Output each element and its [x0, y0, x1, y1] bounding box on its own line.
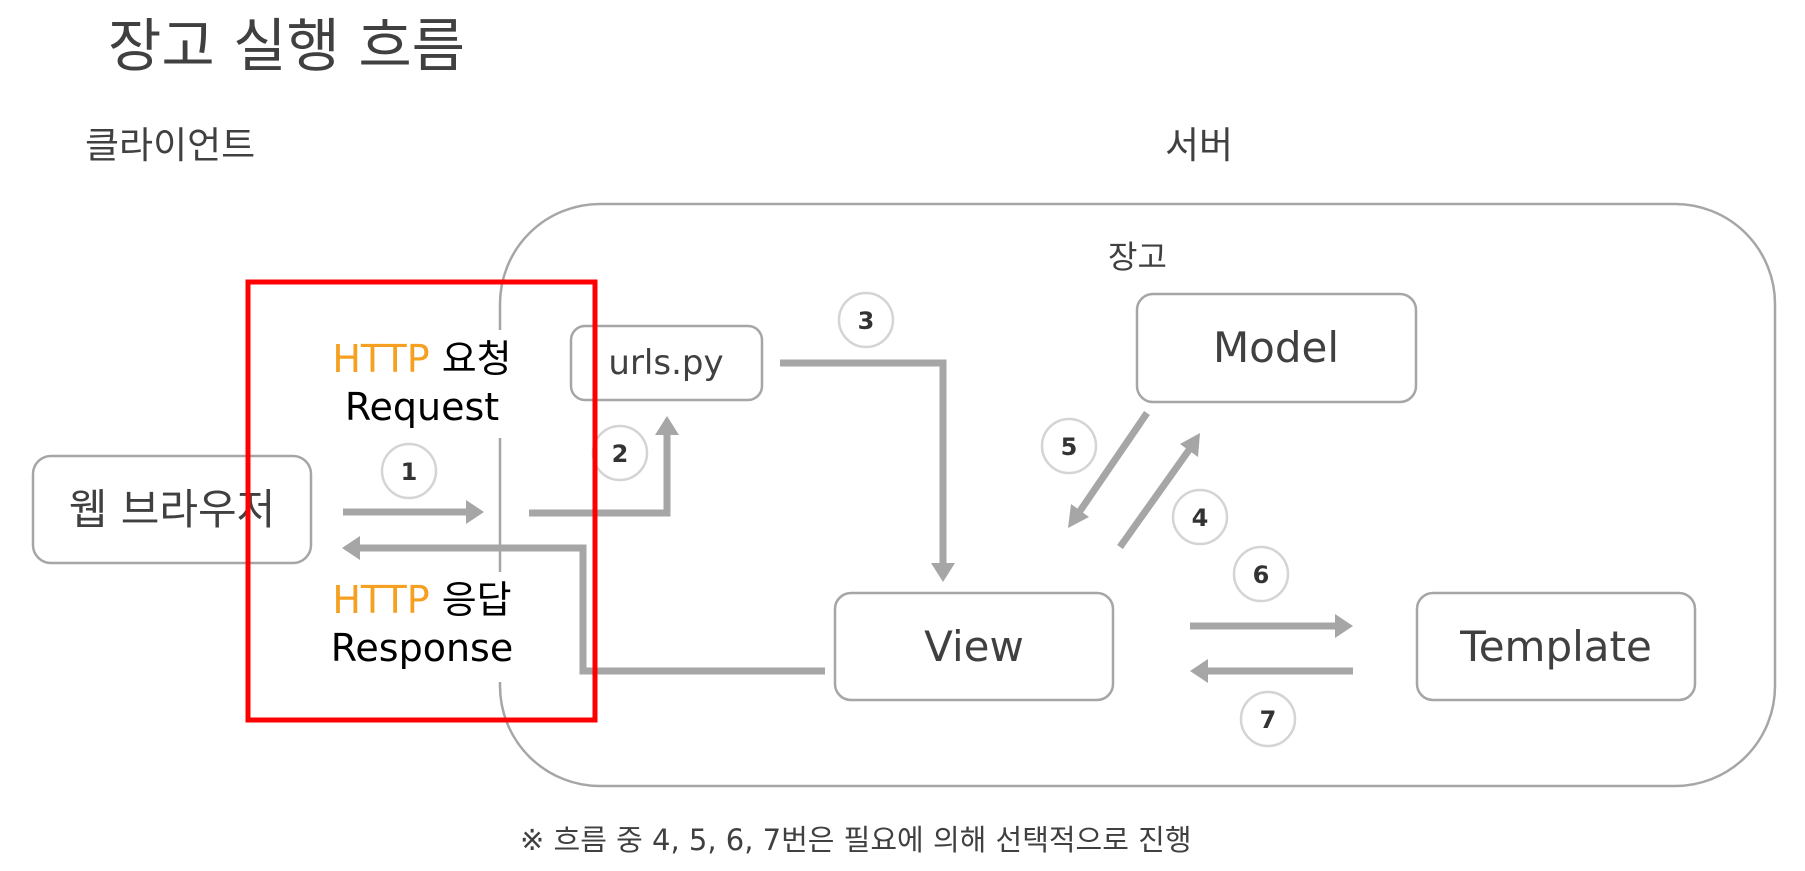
- web-browser-node: 웹 브라우저: [31, 454, 313, 565]
- step-badge-5: 5: [1040, 417, 1098, 475]
- step-badge-1-label: 1: [401, 458, 418, 486]
- http-request-english: Request: [345, 385, 499, 429]
- step-badge-2-label: 2: [612, 440, 629, 468]
- model-label: Model: [1213, 323, 1339, 372]
- footnote: ※ 흐름 중 4, 5, 6, 7번은 필요에 의해 선택적으로 진행: [520, 823, 1192, 857]
- urls-node: urls.py: [569, 324, 764, 402]
- http-request-korean: 요청: [442, 337, 512, 381]
- urls-label: urls.py: [608, 343, 723, 383]
- step-badge-2: 2: [591, 424, 649, 482]
- arrow-step-3-shaft: [780, 359, 947, 563]
- step-badge-6-label: 6: [1253, 561, 1270, 589]
- arrow-step-3-head: [931, 563, 955, 582]
- http-response-protocol: HTTP: [332, 578, 429, 622]
- server-section-label: 서버: [1165, 124, 1233, 167]
- step-badge-3: 3: [837, 291, 895, 349]
- view-label: View: [924, 622, 1024, 671]
- view-node: View: [833, 591, 1115, 702]
- step-badge-3-label: 3: [858, 307, 875, 335]
- client-section-label: 클라이언트: [85, 124, 255, 167]
- arrow-step-7: [1190, 659, 1353, 683]
- http-request-protocol: HTTP: [332, 337, 429, 381]
- step-badge-1: 1: [380, 442, 438, 500]
- model-node: Model: [1135, 292, 1418, 404]
- django-label: 장고: [1108, 238, 1167, 276]
- arrow-step-7-head: [1190, 659, 1208, 683]
- arrow-step-1: [343, 500, 484, 524]
- step-badge-4: 4: [1171, 488, 1229, 546]
- arrow-response-head: [342, 536, 360, 560]
- http-response-english: Response: [331, 626, 514, 670]
- arrow-step-1-head: [466, 500, 484, 524]
- page-title: 장고 실행 흐름: [108, 12, 465, 80]
- arrow-step-3: [780, 359, 955, 582]
- arrow-step-6-head: [1335, 614, 1353, 638]
- arrow-step-2-head: [655, 416, 679, 435]
- step-badge-4-label: 4: [1192, 504, 1209, 532]
- template-node: Template: [1415, 591, 1697, 702]
- arrow-step-6: [1190, 614, 1353, 638]
- http-response-korean: 응답: [442, 578, 512, 622]
- http-response-title: HTTP 응답: [332, 578, 511, 622]
- step-badge-7-label: 7: [1260, 706, 1277, 734]
- http-request-title: HTTP 요청: [332, 337, 511, 381]
- django-flow-diagram: 장고 실행 흐름 클라이언트 서버 장고 웹 브라우저 urls.py Mode…: [31, 12, 1777, 857]
- step-badge-6: 6: [1232, 545, 1290, 603]
- step-badge-5-label: 5: [1061, 433, 1078, 461]
- template-label: Template: [1459, 622, 1652, 671]
- web-browser-label: 웹 브라우저: [69, 485, 276, 534]
- step-badge-7: 7: [1239, 690, 1297, 748]
